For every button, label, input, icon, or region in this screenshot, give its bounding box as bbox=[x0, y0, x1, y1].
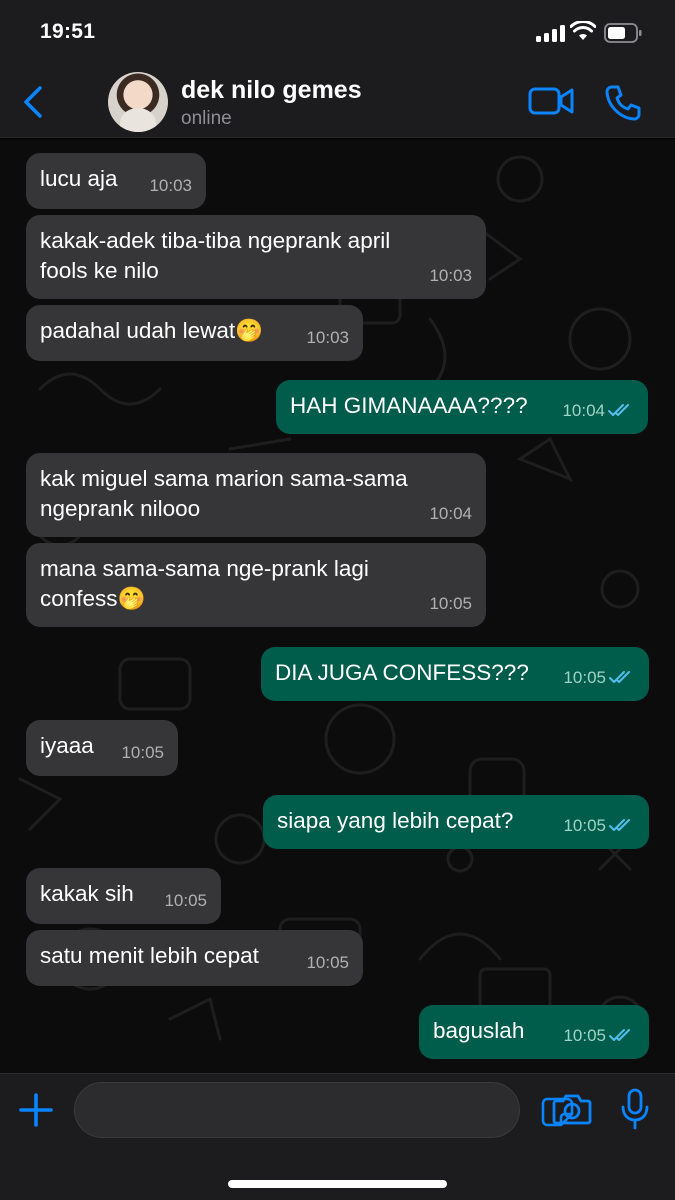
incoming-message[interactable]: lucu aja 10:03 bbox=[26, 153, 206, 209]
message-input[interactable] bbox=[74, 1082, 574, 1138]
incoming-message[interactable]: kak miguel sama marion sama-sama ngepran… bbox=[26, 453, 486, 537]
message-text: satu menit lebih cepat bbox=[40, 943, 259, 968]
message-meta: 10:05 bbox=[121, 738, 164, 768]
plus-icon[interactable] bbox=[18, 1092, 54, 1128]
message-meta: 10:04 bbox=[562, 396, 634, 426]
incoming-message[interactable]: kakak-adek tiba-tiba ngeprank april fool… bbox=[26, 215, 486, 299]
incoming-message[interactable]: kakak sih 10:05 bbox=[26, 868, 221, 924]
outgoing-message[interactable]: baguslah 10:05 bbox=[419, 1005, 649, 1059]
video-call-icon[interactable] bbox=[528, 86, 574, 116]
cellular-signal-icon bbox=[536, 24, 566, 42]
message-meta: 10:05 bbox=[563, 811, 635, 841]
message-time: 10:03 bbox=[306, 328, 349, 347]
message-meta: 10:03 bbox=[429, 261, 472, 291]
outgoing-message[interactable]: HAH GIMANAAAA???? 10:04 bbox=[276, 380, 648, 434]
back-chevron-icon[interactable] bbox=[18, 84, 52, 120]
message-text: padahal udah lewat🤭 bbox=[40, 318, 264, 343]
avatar[interactable] bbox=[108, 72, 168, 132]
message-meta: 10:05 bbox=[563, 663, 635, 693]
outgoing-message[interactable]: siapa yang lebih cepat? 10:05 bbox=[263, 795, 649, 849]
message-time: 10:04 bbox=[429, 504, 472, 523]
message-time: 10:03 bbox=[149, 176, 192, 195]
contact-status: online bbox=[181, 108, 232, 129]
message-text: kakak-adek tiba-tiba ngeprank april fool… bbox=[40, 228, 391, 283]
chat-header: dek nilo gemes online bbox=[0, 66, 675, 138]
home-indicator bbox=[228, 1180, 447, 1188]
chat-area[interactable]: lucu aja 10:03 kakak-adek tiba-tiba ngepra… bbox=[0, 139, 675, 1073]
read-receipt-icon bbox=[609, 819, 630, 831]
battery-icon bbox=[604, 23, 642, 43]
wifi-icon bbox=[570, 21, 596, 40]
message-time: 10:05 bbox=[563, 816, 606, 835]
message-time: 10:05 bbox=[563, 668, 606, 687]
read-receipt-icon bbox=[609, 671, 630, 683]
message-meta: 10:05 bbox=[164, 886, 207, 916]
status-bar: 19:51 bbox=[0, 0, 675, 66]
contact-name[interactable]: dek nilo gemes bbox=[181, 76, 362, 105]
message-meta: 10:03 bbox=[306, 323, 349, 353]
message-time: 10:05 bbox=[164, 891, 207, 910]
message-meta: 10:04 bbox=[429, 499, 472, 529]
camera-icon[interactable] bbox=[552, 1092, 592, 1126]
incoming-message[interactable]: iyaaa 10:05 bbox=[26, 720, 178, 776]
message-time: 10:05 bbox=[429, 594, 472, 613]
message-time: 10:03 bbox=[429, 266, 472, 285]
message-time: 10:05 bbox=[306, 953, 349, 972]
status-time: 19:51 bbox=[40, 20, 96, 43]
read-receipt-icon bbox=[609, 1029, 630, 1041]
microphone-icon[interactable] bbox=[620, 1088, 650, 1130]
incoming-message[interactable]: padahal udah lewat🤭 10:03 bbox=[26, 305, 363, 361]
message-meta: 10:05 bbox=[429, 589, 472, 619]
incoming-message[interactable]: satu menit lebih cepat 10:05 bbox=[26, 930, 363, 986]
message-time: 10:05 bbox=[563, 1026, 606, 1045]
outgoing-message[interactable]: DIA JUGA CONFESS??? 10:05 bbox=[261, 647, 649, 701]
input-bar bbox=[0, 1073, 675, 1200]
phone-icon[interactable] bbox=[604, 84, 642, 122]
message-time: 10:04 bbox=[562, 401, 605, 420]
message-meta: 10:03 bbox=[149, 171, 192, 201]
message-meta: 10:05 bbox=[306, 948, 349, 978]
incoming-message[interactable]: mana sama-sama nge-prank lagi confess🤭 10… bbox=[26, 543, 486, 627]
message-text: kak miguel sama marion sama-sama ngepran… bbox=[40, 466, 408, 521]
message-meta: 10:05 bbox=[563, 1021, 635, 1051]
message-time: 10:05 bbox=[121, 743, 164, 762]
message-text: mana sama-sama nge-prank lagi confess🤭 bbox=[40, 556, 369, 611]
read-receipt-icon bbox=[608, 404, 629, 416]
